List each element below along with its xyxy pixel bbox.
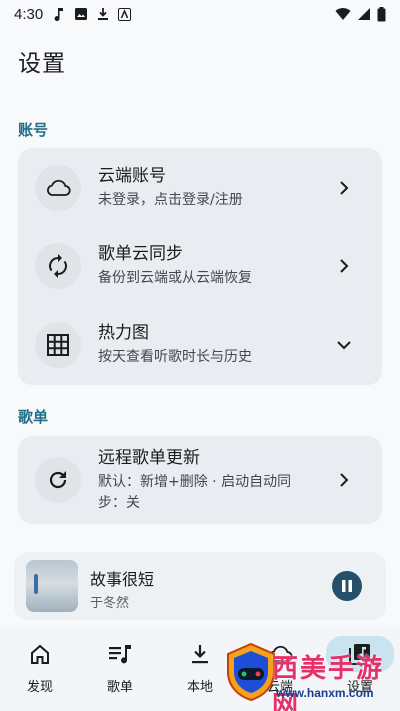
- account-card: 云端账号 未登录，点击登录/注册 歌单云同步 备份到云端或从云端恢复 热力图 按…: [18, 148, 382, 385]
- nav-discover-label: 发现: [26, 680, 53, 695]
- remote-playlist-update-title: 远程歌单更新: [98, 447, 200, 468]
- cloud-account-row[interactable]: 云端账号 未登录，点击登录/注册: [18, 148, 382, 228]
- watermark-url: www.hanxm.com: [276, 686, 374, 700]
- sync-icon-bg: [35, 243, 81, 289]
- cloud-account-subtitle: 未登录，点击登录/注册: [98, 192, 243, 208]
- nav-local-label: 本地: [186, 680, 213, 695]
- app-notification-icon: [118, 7, 132, 21]
- heatmap-icon-bg: [35, 322, 81, 368]
- nav-discover[interactable]: 发现: [0, 628, 80, 711]
- chevron-right-icon: [332, 254, 356, 278]
- wifi-icon: [335, 8, 351, 20]
- cloud-icon: [47, 179, 71, 196]
- home-icon: [31, 644, 49, 664]
- watermark-title: 西美手游网: [272, 654, 385, 711]
- watermark: 西美手游网 www.hanxm.com: [222, 640, 400, 711]
- song-artist: 于冬然: [90, 596, 130, 611]
- status-time: 4:30: [14, 5, 44, 23]
- cloud-account-title: 云端账号: [98, 166, 166, 186]
- cloud-account-icon-bg: [35, 165, 81, 211]
- section-label-account: 账号: [18, 121, 49, 139]
- heatmap-row[interactable]: 热力图 按天查看听歌时长与历史: [18, 305, 382, 385]
- remote-playlist-update-subtitle-line1: 默认：新增+删除 · 启动自动同: [98, 473, 292, 490]
- chevron-right-icon: [332, 176, 356, 200]
- mini-player[interactable]: 故事很短 于冬然: [14, 552, 386, 620]
- playlist-cloud-sync-row[interactable]: 歌单云同步 备份到云端或从云端恢复: [18, 226, 382, 306]
- music-note-icon: [54, 8, 64, 21]
- sync-icon: [49, 254, 67, 278]
- gamepad-shield-logo: [227, 642, 275, 702]
- heatmap-title: 热力图: [98, 323, 149, 343]
- playlist-icon: [109, 645, 131, 664]
- playlist-card: 远程歌单更新 默认：新增+删除 · 启动自动同 步：关: [18, 436, 382, 524]
- status-bar: 4:30: [0, 0, 400, 28]
- remote-playlist-update-subtitle-line2: 步：关: [98, 494, 140, 511]
- refresh-icon: [49, 471, 67, 489]
- download-icon: [192, 645, 208, 664]
- song-title: 故事很短: [90, 570, 155, 589]
- page-title: 设置: [18, 51, 66, 77]
- playlist-cloud-sync-subtitle: 备份到云端或从云端恢复: [98, 270, 252, 286]
- refresh-icon-bg: [35, 457, 81, 503]
- nav-playlist-label: 歌单: [106, 680, 133, 695]
- section-label-playlist: 歌单: [18, 408, 49, 426]
- playlist-cloud-sync-title: 歌单云同步: [98, 244, 183, 264]
- signal-icon: [358, 8, 370, 20]
- remote-playlist-update-row[interactable]: 远程歌单更新 默认：新增+删除 · 启动自动同 步：关: [18, 440, 382, 520]
- grid-icon: [47, 334, 69, 356]
- battery-icon: [377, 6, 386, 21]
- image-icon: [75, 8, 88, 20]
- heatmap-subtitle: 按天查看听歌时长与历史: [98, 349, 252, 365]
- pause-icon: [342, 580, 352, 592]
- nav-playlist[interactable]: 歌单: [80, 628, 160, 711]
- album-art: [26, 560, 78, 612]
- chevron-down-icon: [332, 333, 356, 357]
- download-status-icon: [98, 8, 109, 20]
- pause-button[interactable]: [332, 571, 362, 601]
- chevron-right-icon: [332, 468, 356, 492]
